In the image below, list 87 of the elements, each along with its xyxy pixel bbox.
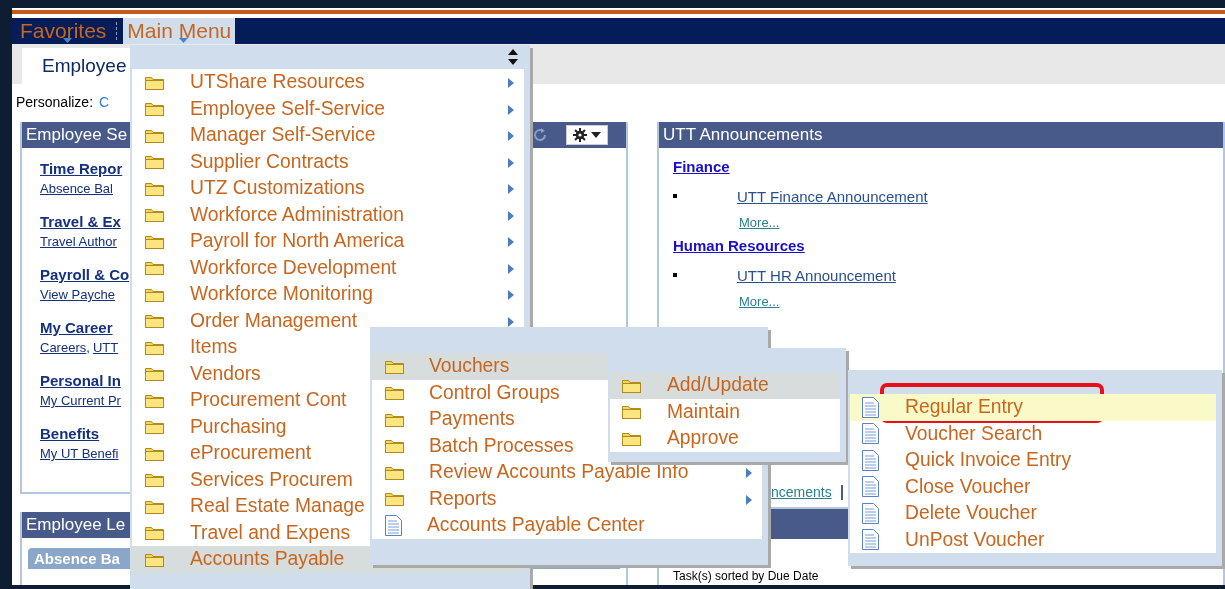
section-link[interactable]: Benefits: [40, 425, 100, 442]
separator-text: ,: [86, 340, 90, 355]
folder-icon: [145, 498, 164, 514]
folder-icon: [145, 233, 164, 249]
folder-icon: [145, 339, 164, 355]
section-link[interactable]: Finance: [673, 158, 730, 175]
folder-icon: [385, 464, 404, 480]
folder-icon: [145, 551, 164, 567]
folder-icon: [385, 358, 404, 374]
announcement-link[interactable]: UTT Finance Announcement: [737, 187, 928, 205]
folder-icon: [145, 472, 164, 488]
menu-item[interactable]: UnPost Voucher: [850, 526, 1216, 553]
folder-icon: [622, 430, 641, 446]
menu-item[interactable]: Employee Self-Service: [132, 95, 524, 122]
nav-menu-link[interactable]: Main Menu: [123, 18, 236, 44]
folder-icon: [385, 491, 404, 507]
section-link[interactable]: Personal In: [40, 372, 121, 389]
folder-icon: [622, 404, 641, 420]
section-link[interactable]: Human Resources: [673, 237, 805, 254]
menu-item[interactable]: Reports: [372, 485, 762, 512]
document-icon: [385, 514, 402, 536]
sub-link[interactable]: My UT Benefi: [40, 446, 119, 461]
sort-note: Task(s) sorted by Due Date: [673, 569, 819, 583]
menu-item[interactable]: Regular Entry: [850, 394, 1216, 421]
pagelet-header: UTT Announcements: [659, 122, 1223, 148]
folder-icon: [145, 101, 164, 117]
menu-item[interactable]: Supplier Contracts: [132, 148, 524, 175]
folder-icon: [385, 411, 404, 427]
sub-link[interactable]: Absence Bal: [40, 181, 113, 196]
bullet-icon: [673, 194, 677, 198]
scroll-arrows-icon: [508, 49, 518, 65]
menu-item[interactable]: Maintain: [610, 398, 840, 425]
folder-icon: [622, 377, 641, 393]
personalize-link[interactable]: C: [99, 94, 110, 110]
menu-item[interactable]: Approve: [610, 425, 840, 452]
folder-icon: [385, 385, 404, 401]
nav-menu-link[interactable]: Favorites: [16, 18, 111, 44]
more-link[interactable]: More...: [739, 214, 780, 230]
folder-icon: [145, 127, 164, 143]
section-link[interactable]: Time Repor: [40, 160, 123, 177]
folder-icon: [145, 392, 164, 408]
menu-item[interactable]: Workforce Administration: [132, 201, 524, 228]
menu-item[interactable]: Delete Voucher: [850, 500, 1216, 527]
personalize-label: Personalize:: [16, 94, 94, 110]
menu-item[interactable]: Payroll for North America: [132, 228, 524, 255]
menu-item[interactable]: Workforce Development: [132, 254, 524, 281]
settings-button[interactable]: [566, 125, 608, 145]
refresh-icon[interactable]: [532, 127, 548, 143]
section-link[interactable]: My Career: [40, 319, 113, 336]
section-link[interactable]: Travel & Ex: [40, 213, 121, 230]
folder-icon: [145, 180, 164, 196]
folder-icon: [145, 207, 164, 223]
pagelet-title: Employee Se: [26, 125, 128, 145]
folder-icon: [145, 154, 164, 170]
folder-icon: [385, 438, 404, 454]
folder-icon: [145, 366, 164, 382]
document-icon: [862, 449, 879, 471]
menu-item[interactable]: Manager Self-Service: [132, 122, 524, 149]
folder-icon: [145, 74, 164, 90]
sub-link[interactable]: Travel Author: [40, 234, 117, 249]
menu-item[interactable]: Close Voucher: [850, 473, 1216, 500]
folder-icon: [145, 260, 164, 276]
settings-icon: [573, 128, 587, 142]
menu-item[interactable]: Workforce Monitoring: [132, 281, 524, 308]
document-icon: [862, 502, 879, 524]
bullet-icon: [673, 273, 677, 277]
folder-icon: [145, 419, 164, 435]
sub-link[interactable]: View Payche: [40, 287, 115, 302]
menu-item[interactable]: Quick Invoice Entry: [850, 447, 1216, 474]
folder-icon: [145, 286, 164, 302]
section-link[interactable]: Payroll & Co: [40, 266, 130, 283]
more-link[interactable]: More...: [739, 293, 780, 309]
document-icon: [862, 396, 879, 418]
separator-text: |: [839, 483, 845, 501]
announcements-link[interactable]: ncements: [771, 484, 832, 500]
menu-item[interactable]: UTZ Customizations: [132, 175, 524, 202]
sub-link[interactable]: UTT: [92, 340, 119, 355]
sub-link[interactable]: My Current Pr: [40, 393, 121, 408]
menu-item[interactable]: Voucher Search: [850, 420, 1216, 447]
folder-icon: [145, 313, 164, 329]
document-icon: [862, 476, 879, 498]
caret-icon: [591, 132, 601, 138]
document-icon: [862, 423, 879, 445]
folder-icon: [145, 445, 164, 461]
folder-icon: [145, 525, 164, 541]
announcement-link[interactable]: UTT HR Announcement: [737, 266, 896, 284]
menu-item[interactable]: Add/Update: [610, 372, 840, 399]
